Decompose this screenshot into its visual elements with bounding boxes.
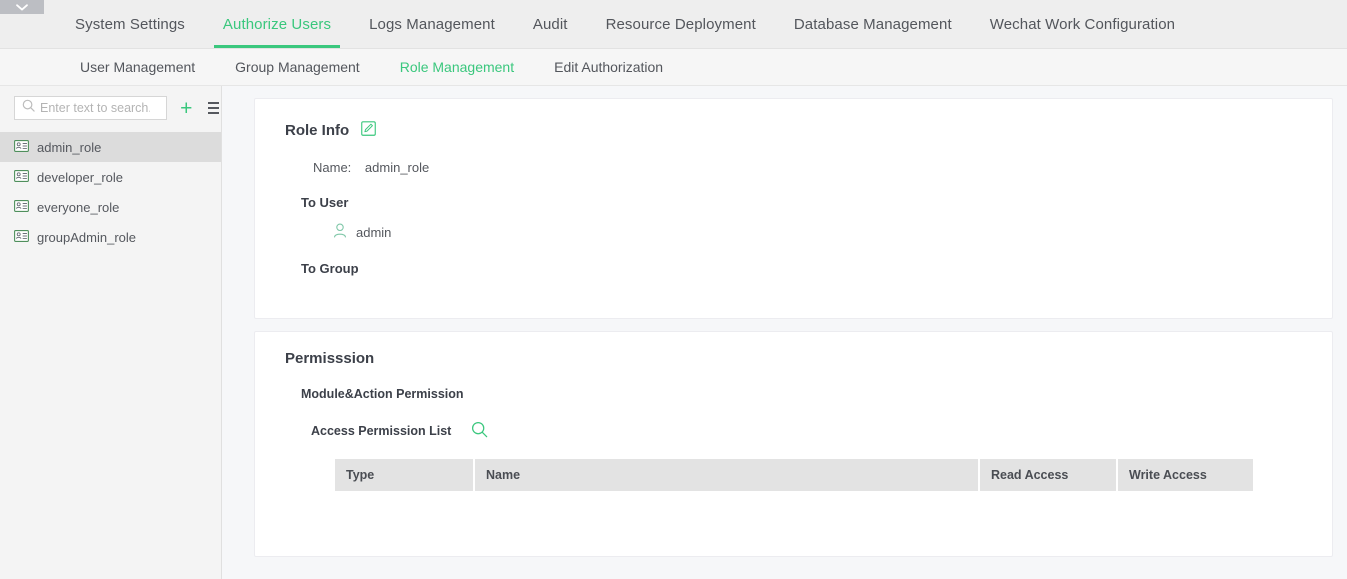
page-layout: + admin_role: [0, 86, 1347, 579]
chevron-down-icon: [15, 3, 29, 12]
edit-pencil-icon[interactable]: [361, 121, 376, 140]
role-search-box[interactable]: [14, 96, 168, 120]
table-col-write-access[interactable]: Write Access: [1118, 459, 1253, 491]
role-list-item-admin-role[interactable]: admin_role: [0, 132, 221, 162]
role-name-value: admin_role: [364, 160, 430, 175]
main-nav-item-logs-management[interactable]: Logs Management: [350, 0, 514, 48]
top-bar: System Settings Authorize Users Logs Man…: [0, 0, 1347, 49]
role-list-menu-button[interactable]: [205, 99, 221, 117]
module-action-permission-label: Module&Action Permission: [301, 387, 464, 401]
role-badge-icon: [14, 139, 29, 155]
main-nav-item-wechat-work-configuration[interactable]: Wechat Work Configuration: [971, 0, 1194, 48]
table-col-read-access[interactable]: Read Access: [980, 459, 1118, 491]
access-permission-table: Type Name Read Access Write Access: [335, 459, 1253, 491]
main-nav-item-resource-deployment[interactable]: Resource Deployment: [587, 0, 775, 48]
search-input[interactable]: [40, 101, 150, 115]
search-icon: [15, 99, 40, 117]
permission-card: Permisssion Module&Action Permission Acc…: [254, 331, 1333, 557]
role-list-item-groupadmin-role[interactable]: groupAdmin_role: [0, 222, 221, 252]
plus-icon: +: [180, 96, 193, 120]
role-list-item-developer-role[interactable]: developer_role: [0, 162, 221, 192]
role-list-item-label: admin_role: [37, 139, 102, 155]
access-permission-list-row: Access Permission List: [285, 421, 1332, 441]
role-sidebar: + admin_role: [0, 86, 222, 579]
role-list-item-label: groupAdmin_role: [37, 229, 137, 245]
main-nav-item-system-settings[interactable]: System Settings: [56, 0, 204, 48]
role-name-row: Name: admin_role: [285, 160, 1332, 175]
role-badge-icon: [14, 199, 29, 215]
main-nav-item-authorize-users[interactable]: Authorize Users: [204, 0, 350, 48]
main-nav-item-database-management[interactable]: Database Management: [775, 0, 971, 48]
role-name-label: Name:: [313, 160, 352, 175]
permission-title: Permisssion: [285, 350, 375, 367]
table-header-row: Type Name Read Access Write Access: [335, 459, 1253, 491]
to-user-item: admin: [285, 223, 1332, 241]
sub-nav: User Management Group Management Role Ma…: [0, 49, 1347, 86]
sub-nav-item-role-management[interactable]: Role Management: [380, 59, 534, 75]
role-badge-icon: [14, 169, 29, 185]
table-col-name[interactable]: Name: [475, 459, 980, 491]
add-role-button[interactable]: +: [178, 96, 194, 120]
role-list: admin_role developer_role everyone_role …: [0, 132, 221, 252]
role-list-item-label: developer_role: [37, 169, 124, 185]
to-user-name: admin: [356, 224, 392, 240]
to-user-label: To User: [301, 195, 349, 210]
role-badge-icon: [14, 229, 29, 245]
list-menu-icon: [207, 102, 219, 114]
role-list-item-everyone-role[interactable]: everyone_role: [0, 192, 221, 222]
table-col-type[interactable]: Type: [335, 459, 475, 491]
content-area: Role Info Name: admin_role To User admin…: [222, 86, 1347, 579]
role-info-card: Role Info Name: admin_role To User admin…: [254, 98, 1333, 319]
sub-nav-item-edit-authorization[interactable]: Edit Authorization: [534, 59, 683, 75]
main-nav-item-audit[interactable]: Audit: [514, 0, 587, 48]
role-list-item-label: everyone_role: [37, 199, 120, 215]
main-nav: System Settings Authorize Users Logs Man…: [56, 0, 1194, 48]
role-info-title: Role Info: [285, 122, 350, 139]
sub-nav-item-group-management[interactable]: Group Management: [215, 59, 380, 75]
access-permission-list-label: Access Permission List: [311, 424, 452, 438]
sidebar-toolbar: +: [0, 86, 221, 130]
search-icon[interactable]: [471, 421, 488, 441]
sub-nav-item-user-management[interactable]: User Management: [60, 59, 215, 75]
to-group-label: To Group: [301, 261, 359, 276]
role-info-header: Role Info: [285, 121, 1332, 140]
user-icon: [333, 223, 356, 241]
sidebar-collapse-toggle[interactable]: [0, 0, 44, 14]
